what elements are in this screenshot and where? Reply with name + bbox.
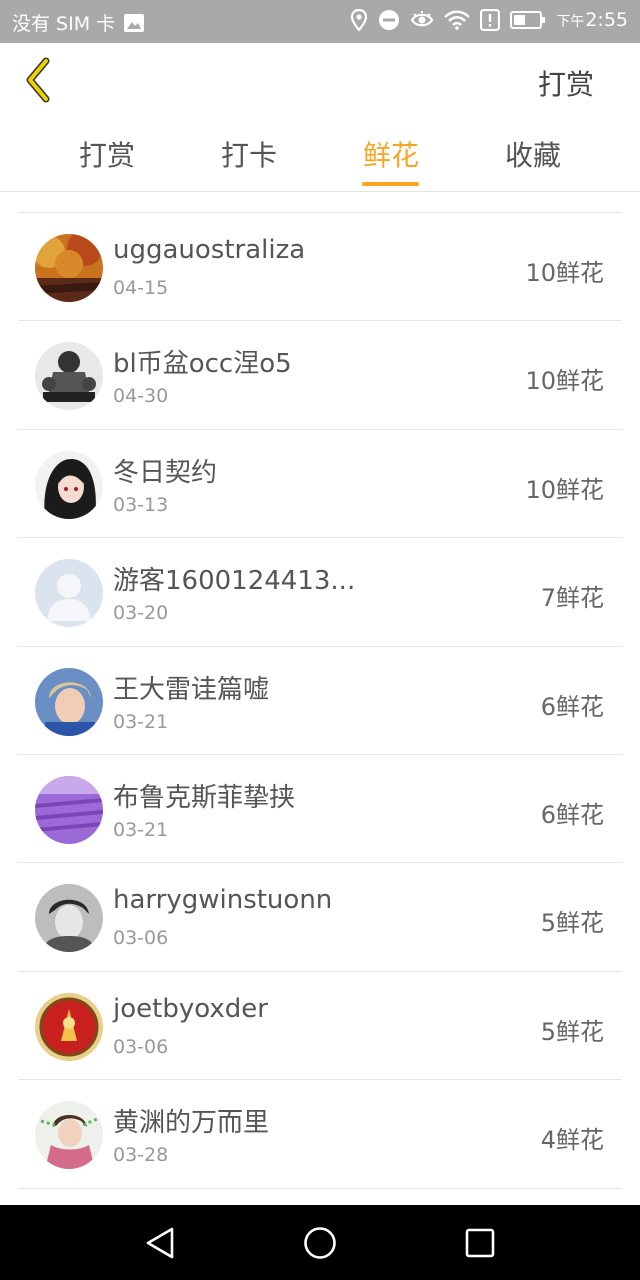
- status-bar: 没有 SIM 卡 下午2:55: [0, 0, 640, 43]
- location-icon: [350, 9, 368, 31]
- list-item[interactable]: 冬日契约 03-13 10鲜花: [18, 430, 622, 539]
- user-name: 冬日契约: [113, 457, 218, 488]
- tab-favorites[interactable]: 收藏: [473, 134, 593, 174]
- back-arrow-icon: [22, 57, 56, 107]
- default-user-avatar[interactable]: [35, 559, 103, 628]
- gift-date: 03-21: [113, 818, 169, 841]
- user-name: 黄渊的万而里: [113, 1108, 270, 1139]
- flower-gift-list: uggauostraliza 04-15 10鲜花 bl币盆occ涅o5 04-…: [18, 212, 622, 1189]
- gift-date: 03-06: [113, 927, 169, 950]
- tab-flowers[interactable]: 鲜花: [331, 134, 451, 174]
- user-name: bl币盆occ涅o5: [113, 349, 292, 380]
- tab-reward[interactable]: 打赏: [47, 134, 167, 174]
- red-emblem-avatar[interactable]: [35, 992, 103, 1061]
- gift-date: 03-28: [113, 1144, 169, 1167]
- clock-time: 2:55: [585, 9, 628, 31]
- system-navigation-bar: [0, 1205, 640, 1280]
- gift-date: 03-13: [113, 493, 169, 516]
- tab-checkin[interactable]: 打卡: [189, 134, 309, 174]
- reward-action-button[interactable]: 打赏: [538, 63, 594, 103]
- flower-count: 10鲜花: [525, 259, 604, 287]
- gift-date: 03-21: [113, 710, 169, 733]
- gift-date: 04-30: [113, 385, 169, 408]
- list-item[interactable]: harrygwinstuonn 03-06 5鲜花: [18, 863, 622, 972]
- list-item[interactable]: bl币盆occ涅o5 04-30 10鲜花: [18, 321, 622, 430]
- header-bar: 打赏: [0, 43, 640, 121]
- flower-count: 6鲜花: [540, 692, 604, 721]
- active-tab-indicator: [362, 182, 419, 186]
- lavender-field-avatar[interactable]: [35, 775, 103, 844]
- list-item[interactable]: 布鲁克斯菲挚挟 03-21 6鲜花: [18, 755, 622, 864]
- eye-comfort-icon: [410, 10, 434, 30]
- boy-photo-avatar[interactable]: [35, 667, 103, 736]
- home-circle-icon[interactable]: [303, 1226, 337, 1264]
- carrier-text: 没有 SIM 卡: [12, 13, 116, 35]
- flower-count: 4鲜花: [540, 1126, 604, 1155]
- user-name: uggauostraliza: [113, 235, 306, 265]
- user-name: 游客1600124413...: [113, 566, 356, 597]
- recent-apps-square-icon[interactable]: [464, 1226, 496, 1264]
- image-icon: [123, 13, 145, 33]
- flower-count: 6鲜花: [540, 800, 604, 829]
- list-item[interactable]: joetbyoxder 03-06 5鲜花: [18, 972, 622, 1081]
- clock-period: 下午: [556, 14, 585, 30]
- list-item[interactable]: uggauostraliza 04-15 10鲜花: [18, 213, 622, 322]
- anime-girl-avatar[interactable]: [35, 450, 103, 519]
- bw-portrait-avatar[interactable]: [35, 884, 103, 953]
- battery-icon: [510, 10, 546, 30]
- flower-count: 10鲜花: [525, 367, 604, 396]
- wifi-icon: [444, 10, 471, 30]
- gift-date: 03-06: [113, 1035, 169, 1058]
- flower-count: 5鲜花: [540, 1017, 604, 1046]
- alert-icon: [480, 9, 501, 31]
- user-name: 王大雷诖篇嘘: [113, 674, 270, 705]
- user-name: joetbyoxder: [113, 993, 268, 1024]
- flower-count: 5鲜花: [540, 909, 604, 938]
- flower-count: 7鲜花: [540, 584, 604, 613]
- user-name: harrygwinstuonn: [113, 885, 333, 916]
- tab-bar: 打赏 打卡 鲜花 收藏: [0, 121, 640, 192]
- list-item[interactable]: 游客1600124413... 03-20 7鲜花: [18, 538, 622, 647]
- autumn-trees-avatar[interactable]: [35, 234, 103, 302]
- flower-count: 10鲜花: [525, 475, 604, 504]
- group-photo-avatar[interactable]: [35, 342, 103, 411]
- user-name: 布鲁克斯菲挚挟: [113, 782, 296, 813]
- do-not-disturb-icon: [378, 9, 400, 31]
- pink-scarf-avatar[interactable]: [35, 1101, 103, 1170]
- list-item[interactable]: 王大雷诖篇嘘 03-21 6鲜花: [18, 647, 622, 755]
- list-item[interactable]: 黄渊的万而里 03-28 4鲜花: [18, 1080, 622, 1189]
- back-triangle-icon[interactable]: [144, 1226, 176, 1264]
- clock: 下午2:55: [556, 9, 628, 31]
- back-button[interactable]: [22, 57, 62, 107]
- gift-date: 04-15: [113, 277, 169, 299]
- gift-date: 03-20: [113, 602, 169, 625]
